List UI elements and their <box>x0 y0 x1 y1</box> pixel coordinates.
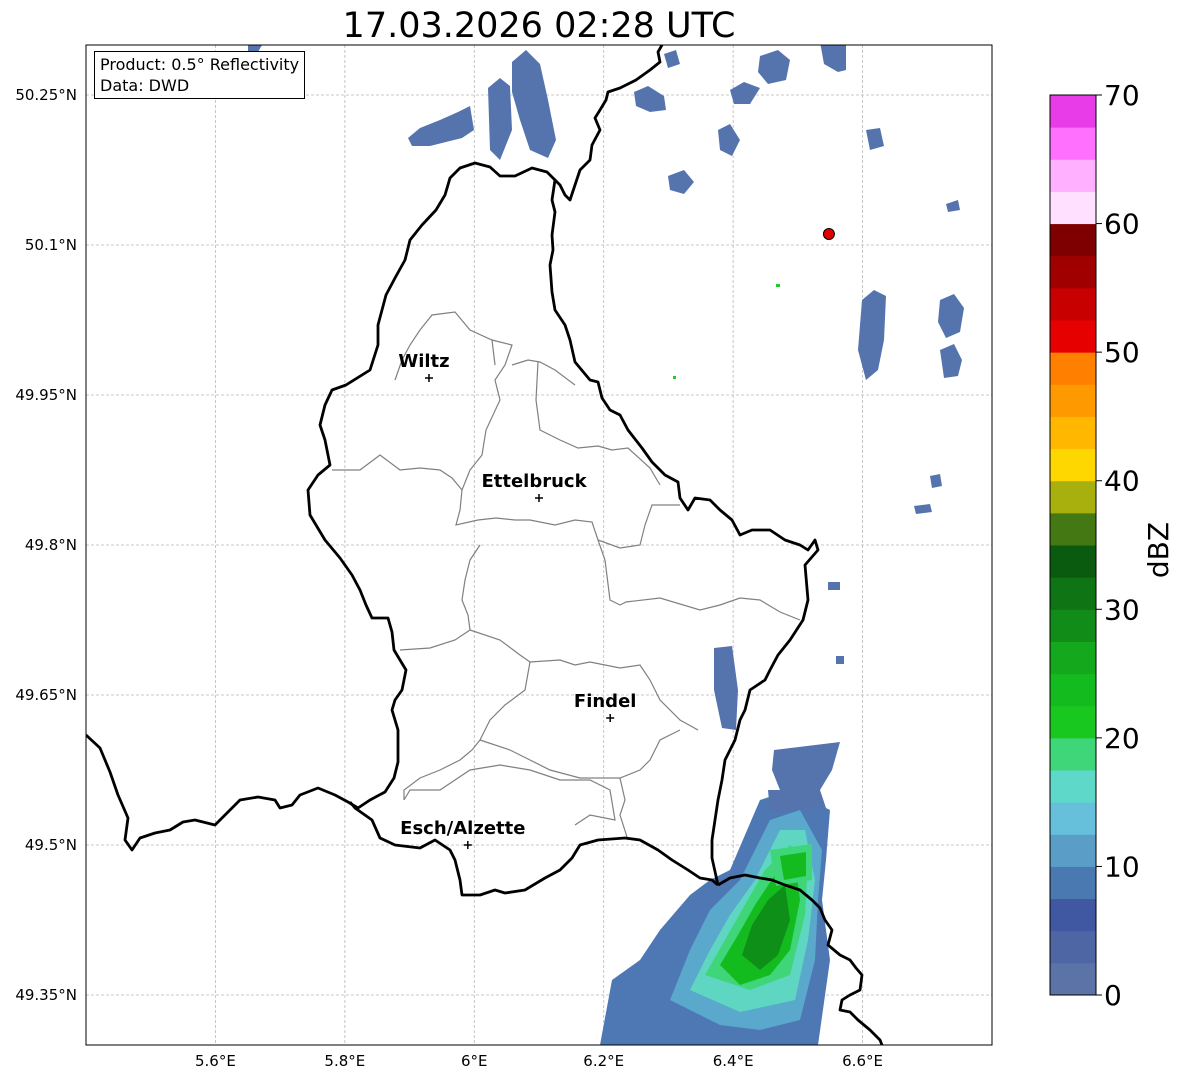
lon-tick-label: 6.4°E <box>713 1052 754 1070</box>
colorbar-label: dBZ <box>1142 522 1175 578</box>
colorbar-segment <box>1050 127 1096 160</box>
radar-map: Wiltz Ettelbruck Findel Esch/Alzette 50.25°… <box>15 44 993 1070</box>
lat-tick-label: 49.8°N <box>25 536 77 554</box>
product-label: Product: 0.5° Reflectivity <box>100 55 300 74</box>
colorbar-tick-label: 70 <box>1104 80 1140 112</box>
city-label: Findel <box>574 691 637 712</box>
colorbar-segment <box>1050 737 1096 771</box>
colorbar-tick-label: 40 <box>1104 465 1140 498</box>
colorbar-segment <box>1050 673 1096 707</box>
colorbar-segment <box>1050 866 1096 900</box>
colorbar-segment <box>1050 898 1096 932</box>
colorbar-segment <box>1050 320 1096 353</box>
lon-tick-label: 6.6°E <box>842 1052 883 1070</box>
colorbar-segment <box>1050 834 1096 867</box>
colorbar-segment <box>1050 609 1096 642</box>
colorbar: 0 10 20 30 40 50 60 70 dBZ <box>1049 80 1175 1012</box>
colorbar-segment <box>1050 962 1096 996</box>
lat-tick-label: 49.95°N <box>15 386 77 404</box>
colorbar-segment <box>1050 448 1096 482</box>
lon-tick-label: 5.6°E <box>195 1052 236 1070</box>
colorbar-segment <box>1050 512 1096 546</box>
colorbar-segment <box>1050 480 1096 514</box>
colorbar-tick-label: 10 <box>1104 850 1140 883</box>
radar-site-layer <box>822 228 835 240</box>
colorbar-segment <box>1050 705 1096 739</box>
city-label: Esch/Alzette <box>400 818 525 839</box>
colorbar-tick-label: 60 <box>1104 208 1140 241</box>
lon-tick-label: 6.2°E <box>583 1052 624 1070</box>
colorbar-tick-label: 0 <box>1104 979 1122 1012</box>
latitude-ticks: 50.25°N 50.1°N 49.95°N 49.8°N 49.65°N 49.5°N 4… <box>15 86 77 1004</box>
colorbar-segment <box>1050 641 1096 675</box>
colorbar-segment <box>1050 577 1096 610</box>
lat-tick-label: 49.35°N <box>15 986 77 1004</box>
lat-tick-label: 50.1°N <box>25 236 77 254</box>
colorbar-tick-label: 30 <box>1104 593 1140 626</box>
colorbar-segment <box>1050 191 1096 225</box>
lon-tick-label: 6°E <box>461 1052 488 1070</box>
city-label: Wiltz <box>398 351 449 372</box>
city-label: Ettelbruck <box>481 471 587 492</box>
lat-tick-label: 49.5°N <box>25 836 77 854</box>
colorbar-ticks: 0 10 20 30 40 50 60 70 <box>1096 80 1140 1012</box>
radar-site-marker <box>822 228 835 240</box>
lat-tick-label: 49.65°N <box>15 686 77 704</box>
colorbar-segment <box>1050 352 1096 385</box>
colorbar-tick-label: 20 <box>1104 722 1140 755</box>
lon-tick-label: 5.8°E <box>324 1052 365 1070</box>
colorbar-segment <box>1050 770 1096 803</box>
colorbar-segment <box>1050 416 1096 450</box>
product-info-box: Product: 0.5° Reflectivity Data: DWD <box>94 51 306 99</box>
colorbar-segments <box>1050 95 1096 996</box>
colorbar-segment <box>1050 223 1096 257</box>
colorbar-segment <box>1050 802 1096 835</box>
lat-tick-label: 50.25°N <box>15 86 77 104</box>
colorbar-segment <box>1050 384 1096 417</box>
longitude-ticks: 5.6°E 5.8°E 6°E 6.2°E 6.4°E 6.6°E <box>195 1052 883 1070</box>
colorbar-segment <box>1050 545 1096 578</box>
colorbar-segment <box>1050 95 1096 128</box>
colorbar-tick-label: 50 <box>1104 336 1140 369</box>
colorbar-segment <box>1050 287 1096 321</box>
colorbar-segment <box>1050 159 1096 192</box>
colorbar-segment <box>1050 255 1096 289</box>
colorbar-segment <box>1050 930 1096 964</box>
data-source-label: Data: DWD <box>100 76 190 95</box>
